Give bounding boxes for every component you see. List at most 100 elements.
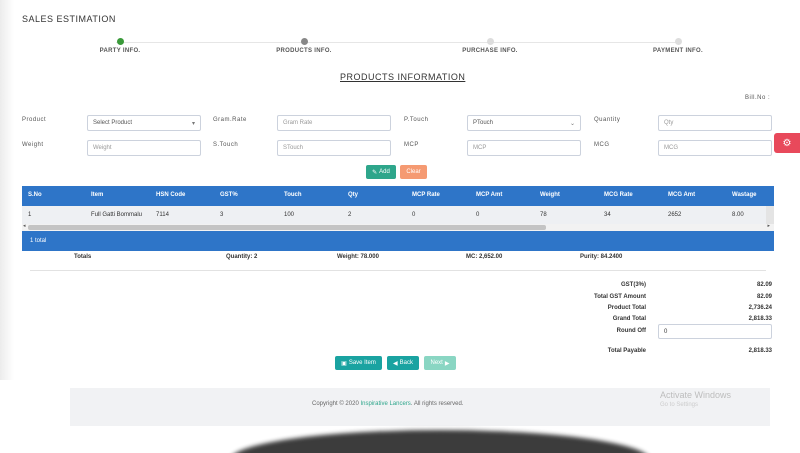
- col-header[interactable]: MCP Rate: [412, 192, 440, 198]
- totals-mc: MC: 2,652.00: [466, 254, 503, 260]
- product-total-label: Product Total: [607, 305, 646, 311]
- clear-button[interactable]: Clear: [400, 165, 427, 179]
- cell: 3: [220, 212, 224, 218]
- col-header[interactable]: MCG Amt: [668, 192, 695, 198]
- mcp-label: MCP: [404, 142, 419, 148]
- col-header[interactable]: MCG Rate: [604, 192, 633, 198]
- cell: 34: [604, 212, 611, 218]
- total-payable-label: Total Payable: [607, 348, 646, 354]
- col-header[interactable]: Item: [91, 192, 103, 198]
- col-header[interactable]: Qty: [348, 192, 358, 198]
- copyright: Copyright © 2020 Inspirative Lancers. Al…: [312, 401, 464, 407]
- col-header[interactable]: MCP Amt: [476, 192, 502, 198]
- stouch-input[interactable]: STouch: [277, 140, 391, 156]
- totals-purity: Purity: 84.2400: [580, 254, 623, 260]
- col-header[interactable]: Wastage: [732, 192, 756, 198]
- total-gst-label: Total GST Amount: [594, 294, 646, 300]
- ptouch-select-value: PTouch: [473, 120, 494, 126]
- cell: 1: [28, 212, 32, 218]
- step-label: PARTY INFO.: [99, 48, 141, 54]
- step-dot-current: [300, 38, 308, 45]
- step-dot: [486, 38, 494, 45]
- weight-input[interactable]: Weight: [87, 140, 201, 156]
- cell: 100: [284, 212, 295, 218]
- col-header[interactable]: Weight: [540, 192, 560, 198]
- col-header[interactable]: Touch: [284, 192, 302, 198]
- step-label: PRODUCTS INFO.: [276, 48, 332, 54]
- activate-windows-sub: Go to Settings: [660, 402, 699, 408]
- cell: 2: [348, 212, 352, 218]
- total-payable-value: 2,818.33: [748, 348, 772, 354]
- step-dot: [674, 38, 682, 45]
- mcg-input[interactable]: MCG: [658, 140, 772, 156]
- grand-total-label: Grand Total: [612, 316, 646, 322]
- scroll-left-icon[interactable]: ◂: [23, 223, 26, 229]
- add-button-label: Add: [379, 169, 390, 175]
- mcg-label: MCG: [594, 142, 610, 148]
- round-off-label: Round Off: [616, 328, 646, 334]
- back-label: Back: [399, 360, 413, 366]
- clear-button-label: Clear: [406, 169, 421, 175]
- scrollbar-thumb[interactable]: [28, 225, 546, 230]
- table-header: S.No Item HSN Code GST% Touch Qty MCP Ra…: [22, 186, 774, 206]
- weight-label: Weight: [22, 142, 44, 148]
- edit-icon: ✎: [372, 169, 378, 176]
- grand-total-value: 2,818.33: [748, 316, 772, 322]
- copyright-prefix: Copyright © 2020: [312, 401, 359, 407]
- col-header[interactable]: GST%: [220, 192, 238, 198]
- page-title: SALES ESTIMATION: [22, 14, 116, 24]
- next-button[interactable]: Next ▶: [424, 356, 456, 370]
- step-party-info[interactable]: PARTY INFO.: [70, 38, 170, 54]
- step-payment-info[interactable]: PAYMENT INFO.: [628, 38, 728, 54]
- product-select[interactable]: Select Product ▾: [87, 115, 201, 131]
- step-purchase-info[interactable]: PURCHASE INFO.: [440, 38, 540, 54]
- quantity-input[interactable]: Qty: [658, 115, 772, 131]
- save-item-button[interactable]: ▣ Save Item: [335, 356, 382, 370]
- back-button[interactable]: ◀ Back: [387, 356, 419, 370]
- bill-no-label: Bill.No :: [745, 95, 771, 101]
- add-button[interactable]: ✎ Add: [366, 165, 396, 179]
- ptouch-select[interactable]: PTouch ⌄: [467, 115, 581, 131]
- stouch-label: S.Touch: [213, 142, 239, 148]
- step-label: PAYMENT INFO.: [653, 48, 703, 54]
- activate-windows-title: Activate Windows: [660, 390, 732, 400]
- total-gst-value: 82.09: [756, 294, 772, 300]
- totals-weight: Weight: 78.000: [337, 254, 379, 260]
- settings-tab[interactable]: ⚙: [774, 133, 800, 153]
- caret-down-icon: ▾: [191, 121, 195, 127]
- divider: [30, 270, 766, 271]
- gst-value: 82.09: [756, 282, 772, 288]
- scroll-right-icon[interactable]: ▸: [767, 223, 770, 229]
- table-horizontal-scrollbar[interactable]: ◂ ▸: [22, 223, 774, 231]
- gram-rate-input[interactable]: Gram Rate: [277, 115, 391, 131]
- col-header[interactable]: S.No: [28, 192, 42, 198]
- product-total-value: 2,736.24: [748, 305, 772, 311]
- copyright-suffix: . All rights reserved.: [410, 401, 464, 407]
- gst-label: GST(3%): [620, 282, 646, 288]
- section-title: PRODUCTS INFORMATION: [340, 72, 466, 82]
- cell: 7114: [156, 212, 169, 218]
- chevron-down-icon: ⌄: [569, 121, 575, 127]
- save-icon: ▣: [341, 360, 347, 367]
- product-label: Product: [22, 117, 47, 123]
- cell: 2652: [668, 212, 682, 218]
- round-off-input[interactable]: 0: [658, 324, 772, 339]
- col-header[interactable]: HSN Code: [156, 192, 185, 198]
- cell: 0: [476, 212, 480, 218]
- back-arrow-icon: ◀: [393, 360, 398, 367]
- left-shadow: [0, 0, 14, 380]
- save-item-label: Save Item: [348, 360, 376, 366]
- mcp-input[interactable]: MCP: [467, 140, 581, 156]
- steps-line: [116, 42, 680, 43]
- table-row[interactable]: 1 Full Gatti Bommalu 7114 3 100 2 0 0 78…: [22, 206, 774, 224]
- step-label: PURCHASE INFO.: [462, 48, 518, 54]
- gram-rate-label: Gram.Rate: [213, 117, 247, 123]
- quantity-label: Quantity: [594, 117, 621, 123]
- totals-label: Totals: [74, 254, 92, 260]
- step-products-info[interactable]: PRODUCTS INFO.: [254, 38, 354, 54]
- progress-steps: PARTY INFO. PRODUCTS INFO. PURCHASE INFO…: [70, 38, 750, 58]
- table-vertical-scrollbar[interactable]: [766, 206, 774, 224]
- ptouch-label: P.Touch: [404, 117, 429, 123]
- cell: 78: [540, 212, 547, 218]
- brand-link[interactable]: Inspirative Lancers: [360, 401, 410, 407]
